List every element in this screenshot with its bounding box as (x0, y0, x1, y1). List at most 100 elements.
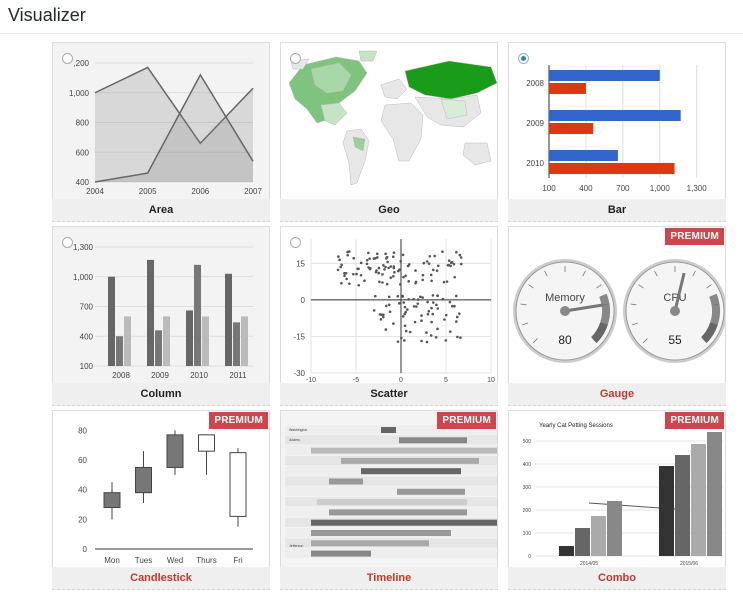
scatter-point (345, 277, 348, 281)
chart-type-card-area[interactable]: ,200 1,000 800 600 400 2004 2005 2006 2007 Area (52, 42, 270, 224)
chart-preview[interactable]: 1,300 1,000 700 400 100 2008 2009 2010 2011 (52, 226, 270, 384)
scatter-point (435, 269, 439, 272)
scatter-point (382, 313, 385, 317)
chart-type-label[interactable]: Combo (508, 567, 726, 590)
chart-preview-svg (281, 43, 497, 199)
scatter-point (453, 275, 457, 279)
chart-type-label[interactable]: Scatter (280, 383, 498, 406)
chart-type-card-combo[interactable]: Yearly Cat Petting Sessions 0 100 200 300 400… (508, 410, 726, 592)
chart-type-card-gauge[interactable]: Memory 80 CPU 55 PREMIUM Gauge (508, 226, 726, 408)
scatter-point (359, 261, 363, 265)
chart-preview[interactable]: 100 400 700 1,000 1,300 2008 2009 2010 (508, 42, 726, 200)
bar (691, 444, 706, 556)
scatter-point (404, 329, 408, 333)
scatter-point (436, 307, 440, 310)
scatter-point (400, 336, 403, 340)
scatter-point (403, 339, 406, 342)
scatter-point (372, 309, 376, 312)
y-tick-label: 400 (523, 462, 532, 468)
scatter-point (377, 271, 381, 275)
scatter-point (389, 265, 393, 268)
scatter-point (407, 280, 410, 283)
scatter-point (340, 281, 343, 285)
scatter-point (396, 340, 400, 343)
scatter-point (392, 265, 396, 268)
scatter-point (381, 315, 385, 319)
scatter-point (420, 314, 423, 317)
chart-select-radio[interactable] (290, 237, 301, 248)
scatter-point (402, 275, 405, 279)
chart-type-label[interactable]: Bar (508, 199, 726, 222)
chart-type-card-timeline[interactable]: Washington Adams Jefferson PREMIUM Timeline (280, 410, 498, 592)
scatter-point (377, 266, 381, 270)
scatter-point (431, 312, 435, 316)
scatter-point (385, 282, 389, 286)
timeline-row (285, 476, 497, 486)
x-tick-label: 2009 (151, 371, 169, 380)
chart-type-card-column[interactable]: 1,300 1,000 700 400 100 2008 2009 2010 2011 Colum… (52, 226, 270, 408)
chart-type-label[interactable]: Candlestick (52, 567, 270, 590)
bar (108, 276, 115, 366)
scatter-point (392, 322, 395, 325)
chart-preview-svg: Yearly Cat Petting Sessions 0 100 200 300 400… (523, 423, 723, 567)
chart-preview-svg: Washington Adams Jefferson (281, 411, 497, 567)
scatter-point (375, 252, 379, 256)
scatter-point (396, 294, 400, 298)
scatter-point (393, 271, 396, 274)
scatter-point (391, 255, 395, 258)
y-tick-label: 20 (78, 515, 87, 524)
scatter-point (336, 268, 340, 272)
scatter-point (401, 315, 405, 318)
bar (163, 316, 170, 366)
timeline-bar (311, 530, 451, 536)
chart-select-radio[interactable] (62, 53, 73, 64)
scatter-point (430, 279, 433, 283)
timeline-bar (317, 499, 467, 506)
chart-type-label[interactable]: Column (52, 383, 270, 406)
chart-preview[interactable]: Washington Adams Jefferson PREMIUM (280, 410, 498, 568)
bar (549, 150, 618, 161)
chart-preview[interactable]: Memory 80 CPU 55 PREMIUM (508, 226, 726, 384)
premium-badge: PREMIUM (209, 412, 268, 429)
scatter-point (338, 258, 341, 262)
bar (241, 316, 248, 366)
scatter-point (429, 273, 433, 277)
chart-select-radio[interactable] (62, 237, 73, 248)
chart-preview[interactable] (280, 42, 498, 200)
bar (559, 546, 574, 556)
chart-preview[interactable]: 15 0 -15 -30 -10 -5 0 5 10 (280, 226, 498, 384)
scatter-point (368, 257, 371, 260)
chart-preview[interactable]: 80 60 40 20 0 Mon Tues Wed Thurs Fri PREMIUM (52, 410, 270, 568)
chart-select-radio[interactable] (518, 53, 529, 64)
y-tick-label: 2009 (526, 119, 544, 128)
scatter-point (454, 294, 458, 298)
gauge-hub (670, 306, 680, 316)
scatter-point (343, 271, 346, 275)
scatter-point (425, 331, 428, 334)
chart-select-radio[interactable] (290, 53, 301, 64)
chart-preview[interactable]: ,200 1,000 800 600 400 2004 2005 2006 2007 (52, 42, 270, 200)
scatter-point (414, 281, 417, 285)
scatter-point (346, 250, 349, 254)
scatter-point (425, 340, 429, 344)
chart-type-label[interactable]: Geo (280, 199, 498, 222)
x-tick-label: Tues (135, 556, 153, 565)
scatter-point (445, 280, 449, 283)
chart-type-card-scatter[interactable]: 15 0 -15 -30 -10 -5 0 5 10 Scatter (280, 226, 498, 408)
scatter-point (387, 295, 391, 299)
scatter-point (403, 305, 407, 309)
y-tick-label: 1,000 (69, 89, 90, 98)
bar (549, 70, 660, 81)
chart-type-card-candlestick[interactable]: 80 60 40 20 0 Mon Tues Wed Thurs Fri PREMIUM Candle… (52, 410, 270, 592)
chart-type-label[interactable]: Timeline (280, 567, 498, 590)
scatter-point (376, 256, 379, 259)
chart-type-label[interactable]: Area (52, 199, 270, 222)
scatter-point (414, 269, 417, 272)
chart-type-label[interactable]: Gauge (508, 383, 726, 406)
chart-preview[interactable]: Yearly Cat Petting Sessions 0 100 200 300 400… (508, 410, 726, 568)
chart-type-card-bar[interactable]: 100 400 700 1,000 1,300 2008 2009 2010 Bar (508, 42, 726, 224)
chart-type-card-geo[interactable]: Geo (280, 42, 498, 224)
x-tick-label: 2010 (190, 371, 208, 380)
timeline-bar (341, 457, 479, 464)
bar (202, 316, 209, 366)
